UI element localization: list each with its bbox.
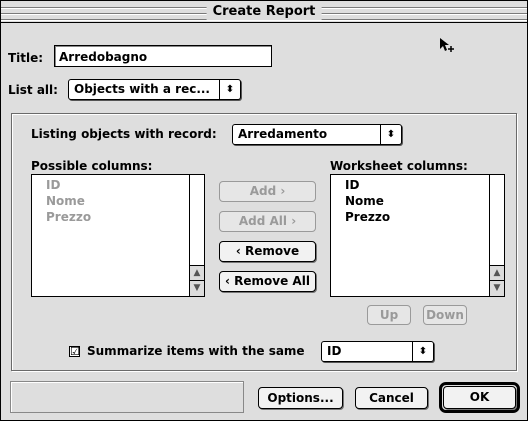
create-report-window: Create Report Title: Arredobagno List al… — [0, 0, 528, 421]
possible-columns-scrollbar[interactable]: ▲ ▼ — [189, 175, 204, 296]
list-all-value: Objects with a rec... — [74, 82, 210, 96]
title-input[interactable]: Arredobagno — [54, 45, 272, 67]
title-label: Title: — [8, 51, 44, 65]
summarize-popup[interactable]: ID ⬍ — [321, 341, 434, 362]
summarize-value: ID — [327, 344, 342, 358]
scroll-down-icon[interactable]: ▼ — [190, 280, 204, 296]
list-all-label: List all: — [8, 83, 58, 97]
title-bar[interactable]: Create Report — [1, 1, 527, 23]
summarize-label: Summarize items with the same — [87, 344, 305, 358]
list-item[interactable]: Prezzo — [345, 210, 390, 224]
listing-value: Arredamento — [238, 127, 328, 141]
summarize-checkbox[interactable]: ☑ — [69, 346, 80, 357]
list-item[interactable]: Prezzo — [46, 210, 91, 224]
list-item[interactable]: Nome — [46, 194, 85, 208]
add-button[interactable]: Add › — [219, 181, 316, 202]
add-all-button[interactable]: Add All › — [219, 211, 316, 232]
ok-button[interactable]: OK — [443, 386, 516, 409]
scroll-down-icon[interactable]: ▼ — [490, 280, 504, 296]
popup-arrow-icon: ⬍ — [380, 125, 401, 144]
remove-all-button[interactable]: ‹ Remove All — [219, 271, 316, 292]
down-button[interactable]: Down — [423, 305, 467, 325]
popup-arrow-icon: ⬍ — [219, 80, 240, 99]
cancel-button[interactable]: Cancel — [355, 387, 428, 409]
scroll-up-icon[interactable]: ▲ — [490, 265, 504, 281]
worksheet-columns-list[interactable]: ID Nome Prezzo ▲ ▼ — [330, 174, 505, 297]
list-item[interactable]: Nome — [345, 194, 384, 208]
list-item[interactable]: ID — [345, 178, 359, 192]
possible-columns-list[interactable]: ID Nome Prezzo ▲ ▼ — [31, 174, 205, 297]
window-title: Create Report — [206, 3, 322, 20]
options-button[interactable]: Options... — [258, 387, 343, 409]
worksheet-columns-scrollbar[interactable]: ▲ ▼ — [489, 175, 504, 296]
cursor-icon — [440, 38, 454, 52]
possible-columns-label: Possible columns: — [31, 159, 153, 173]
list-item[interactable]: ID — [46, 178, 60, 192]
popup-arrow-icon: ⬍ — [412, 342, 433, 361]
remove-button[interactable]: ‹ Remove — [219, 241, 316, 262]
list-all-popup[interactable]: Objects with a rec... ⬍ — [68, 79, 241, 100]
scroll-up-icon[interactable]: ▲ — [190, 265, 204, 281]
listing-label: Listing objects with record: — [31, 127, 217, 141]
worksheet-columns-label: Worksheet columns: — [330, 159, 468, 173]
listing-popup[interactable]: Arredamento ⬍ — [232, 124, 402, 145]
up-button[interactable]: Up — [367, 305, 411, 325]
status-area — [10, 381, 244, 413]
